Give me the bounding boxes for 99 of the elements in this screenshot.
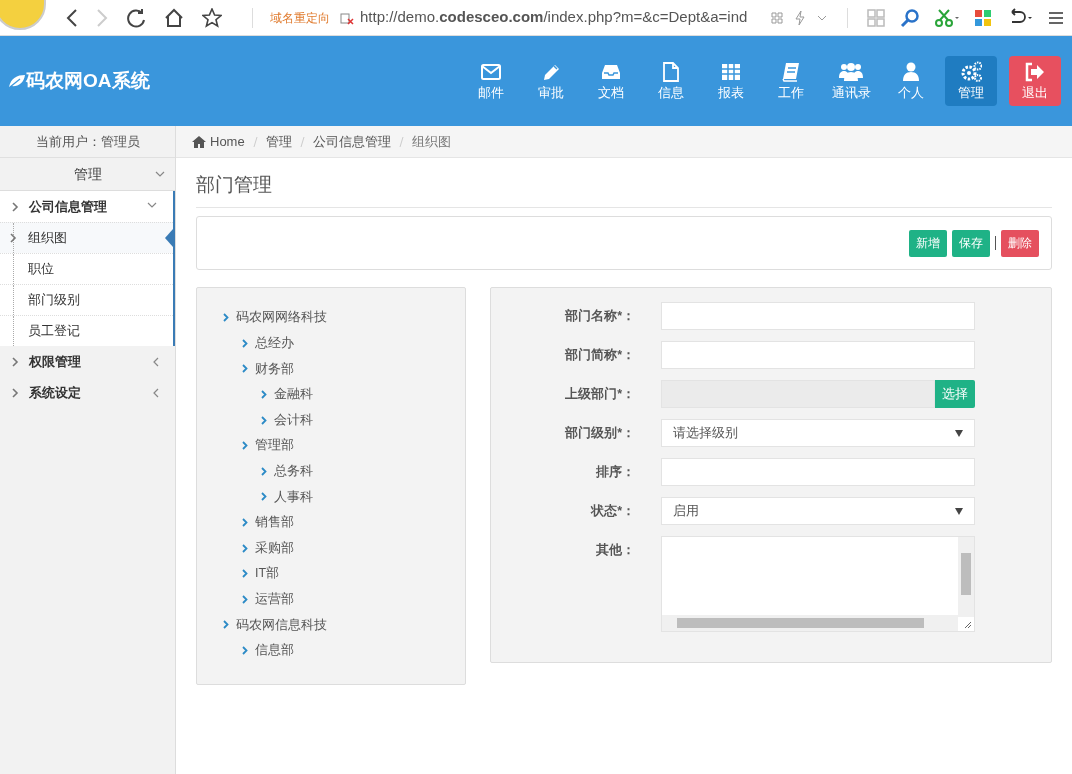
current-user-label: 当前用户：管理员 <box>35 132 140 151</box>
home-icon[interactable] <box>164 7 184 28</box>
chevron-left-icon <box>152 388 159 398</box>
chevron-right-icon <box>261 415 267 425</box>
leaf-icon <box>8 74 26 88</box>
scissors-icon[interactable] <box>934 7 961 28</box>
sidebar-item[interactable]: 公司信息管理 <box>0 191 175 222</box>
chevron-right-icon <box>242 441 248 451</box>
breadcrumb-link[interactable]: Home <box>210 131 245 152</box>
tree-node[interactable]: 运营部 <box>223 586 465 613</box>
tree-node[interactable]: 财务部 <box>223 356 465 382</box>
slash-icon <box>299 135 305 148</box>
select-field[interactable]: 启用 <box>661 497 975 525</box>
logout-button[interactable]: 退出 <box>1009 56 1061 106</box>
file-icon <box>660 61 682 83</box>
chevron-right-icon <box>242 569 248 579</box>
tree-node[interactable]: 码农网信息科技 <box>223 612 465 638</box>
chevron-right-icon <box>10 233 17 243</box>
resize-handle-icon <box>962 619 972 629</box>
tree-node[interactable]: 销售部 <box>223 509 465 536</box>
field-label: 上级部门*： <box>564 386 636 403</box>
tree-node[interactable]: 人事科 <box>223 484 465 510</box>
chevron-right-icon <box>223 313 229 323</box>
field-label: 部门级别*： <box>564 425 636 442</box>
insecure-icon <box>340 10 354 25</box>
chevron-right-icon <box>242 543 248 553</box>
address-field[interactable]: http://demo.codesceo.com/index.php?m=&c=Dept&a=ind <box>360 6 748 29</box>
chevron-right-icon <box>242 338 248 348</box>
user-icon <box>900 61 922 83</box>
chevron-right-icon <box>242 518 248 528</box>
breadcrumb-link[interactable]: 公司信息管理 <box>312 131 391 152</box>
tree-node[interactable]: 信息部 <box>223 637 465 664</box>
chevron-left-icon <box>152 357 159 367</box>
users-icon <box>839 61 863 83</box>
field-label: 部门简称*： <box>564 347 636 364</box>
chevron-right-icon <box>12 201 19 212</box>
chevron-down-icon <box>147 202 157 209</box>
browser-logo-icon <box>0 0 46 30</box>
menu-icon[interactable] <box>1048 10 1065 25</box>
field-label: 排序： <box>595 464 636 481</box>
slash-icon <box>398 135 404 148</box>
chevron-down-icon <box>155 170 165 178</box>
envelope-icon <box>480 61 502 83</box>
vertical-scrollbar[interactable] <box>958 537 974 617</box>
chevron-right-icon <box>261 466 267 476</box>
toolbar-button[interactable]: 删除 <box>1001 229 1039 257</box>
field-label: 状态*： <box>589 503 636 520</box>
tree-node[interactable]: 总务科 <box>223 458 465 485</box>
horizontal-scrollbar[interactable] <box>662 615 958 631</box>
sidebar-subitem[interactable]: 组织图 <box>0 222 173 253</box>
sidebar-subitem[interactable]: 职位 <box>0 253 173 284</box>
lightning-icon <box>795 10 806 25</box>
chevron-right-icon <box>12 356 19 367</box>
input-field[interactable] <box>661 458 975 486</box>
breadcrumb-link[interactable]: 管理 <box>265 131 292 152</box>
nav-tab[interactable]: 管理 <box>945 56 997 106</box>
chevron-right-icon <box>12 387 19 398</box>
chevron-right-icon <box>261 492 267 502</box>
select-field[interactable]: 请选择级别 <box>661 419 975 447</box>
logo-text: 码农网OA系统 <box>26 68 150 93</box>
breadcrumb-link[interactable]: 组织图 <box>411 131 451 152</box>
chevron-right-icon <box>261 390 267 400</box>
tree-node[interactable]: IT部 <box>223 560 465 587</box>
gears-icon <box>960 61 982 83</box>
tree-node[interactable]: 管理部 <box>223 432 465 459</box>
book-icon <box>780 61 802 83</box>
home-icon <box>192 135 206 148</box>
tree-node[interactable]: 金融科 <box>223 381 465 408</box>
tree-node[interactable]: 总经办 <box>223 330 465 357</box>
dropdown-arrow-icon <box>955 507 963 515</box>
sidebar-subitem[interactable]: 员工登记 <box>0 315 173 346</box>
tree-node[interactable]: 会计科 <box>223 407 465 433</box>
text-area[interactable] <box>661 536 975 632</box>
apps-icon[interactable] <box>974 8 993 27</box>
page-title: 部门管理 <box>196 173 273 197</box>
dropdown-arrow-icon <box>955 429 963 437</box>
grid-icon[interactable] <box>866 7 887 28</box>
field-label: 其他： <box>595 542 636 559</box>
chevron-right-icon <box>242 594 248 604</box>
sidebar-subitem[interactable]: 部门级别 <box>0 284 173 315</box>
qr-icon <box>771 11 784 24</box>
back-icon[interactable] <box>66 8 78 27</box>
input-field[interactable] <box>661 302 975 330</box>
tree-node[interactable]: 采购部 <box>223 535 465 561</box>
star-icon[interactable] <box>202 7 222 28</box>
chevron-down-icon <box>817 14 828 21</box>
chevron-right-icon <box>223 620 229 630</box>
chevron-right-icon <box>242 364 248 374</box>
logout-icon <box>1024 61 1046 83</box>
slash-icon <box>252 135 258 148</box>
tree-node[interactable]: 码农网网络科技 <box>223 305 465 331</box>
field-label: 部门名称*： <box>564 308 636 325</box>
input-field[interactable] <box>661 341 975 369</box>
chevron-right-icon <box>242 646 248 655</box>
forward-icon[interactable] <box>96 8 108 27</box>
refresh-icon[interactable] <box>126 7 146 28</box>
table-icon <box>720 61 742 83</box>
redirect-label: 域名重定向 <box>270 9 330 27</box>
search-icon[interactable] <box>900 7 921 28</box>
